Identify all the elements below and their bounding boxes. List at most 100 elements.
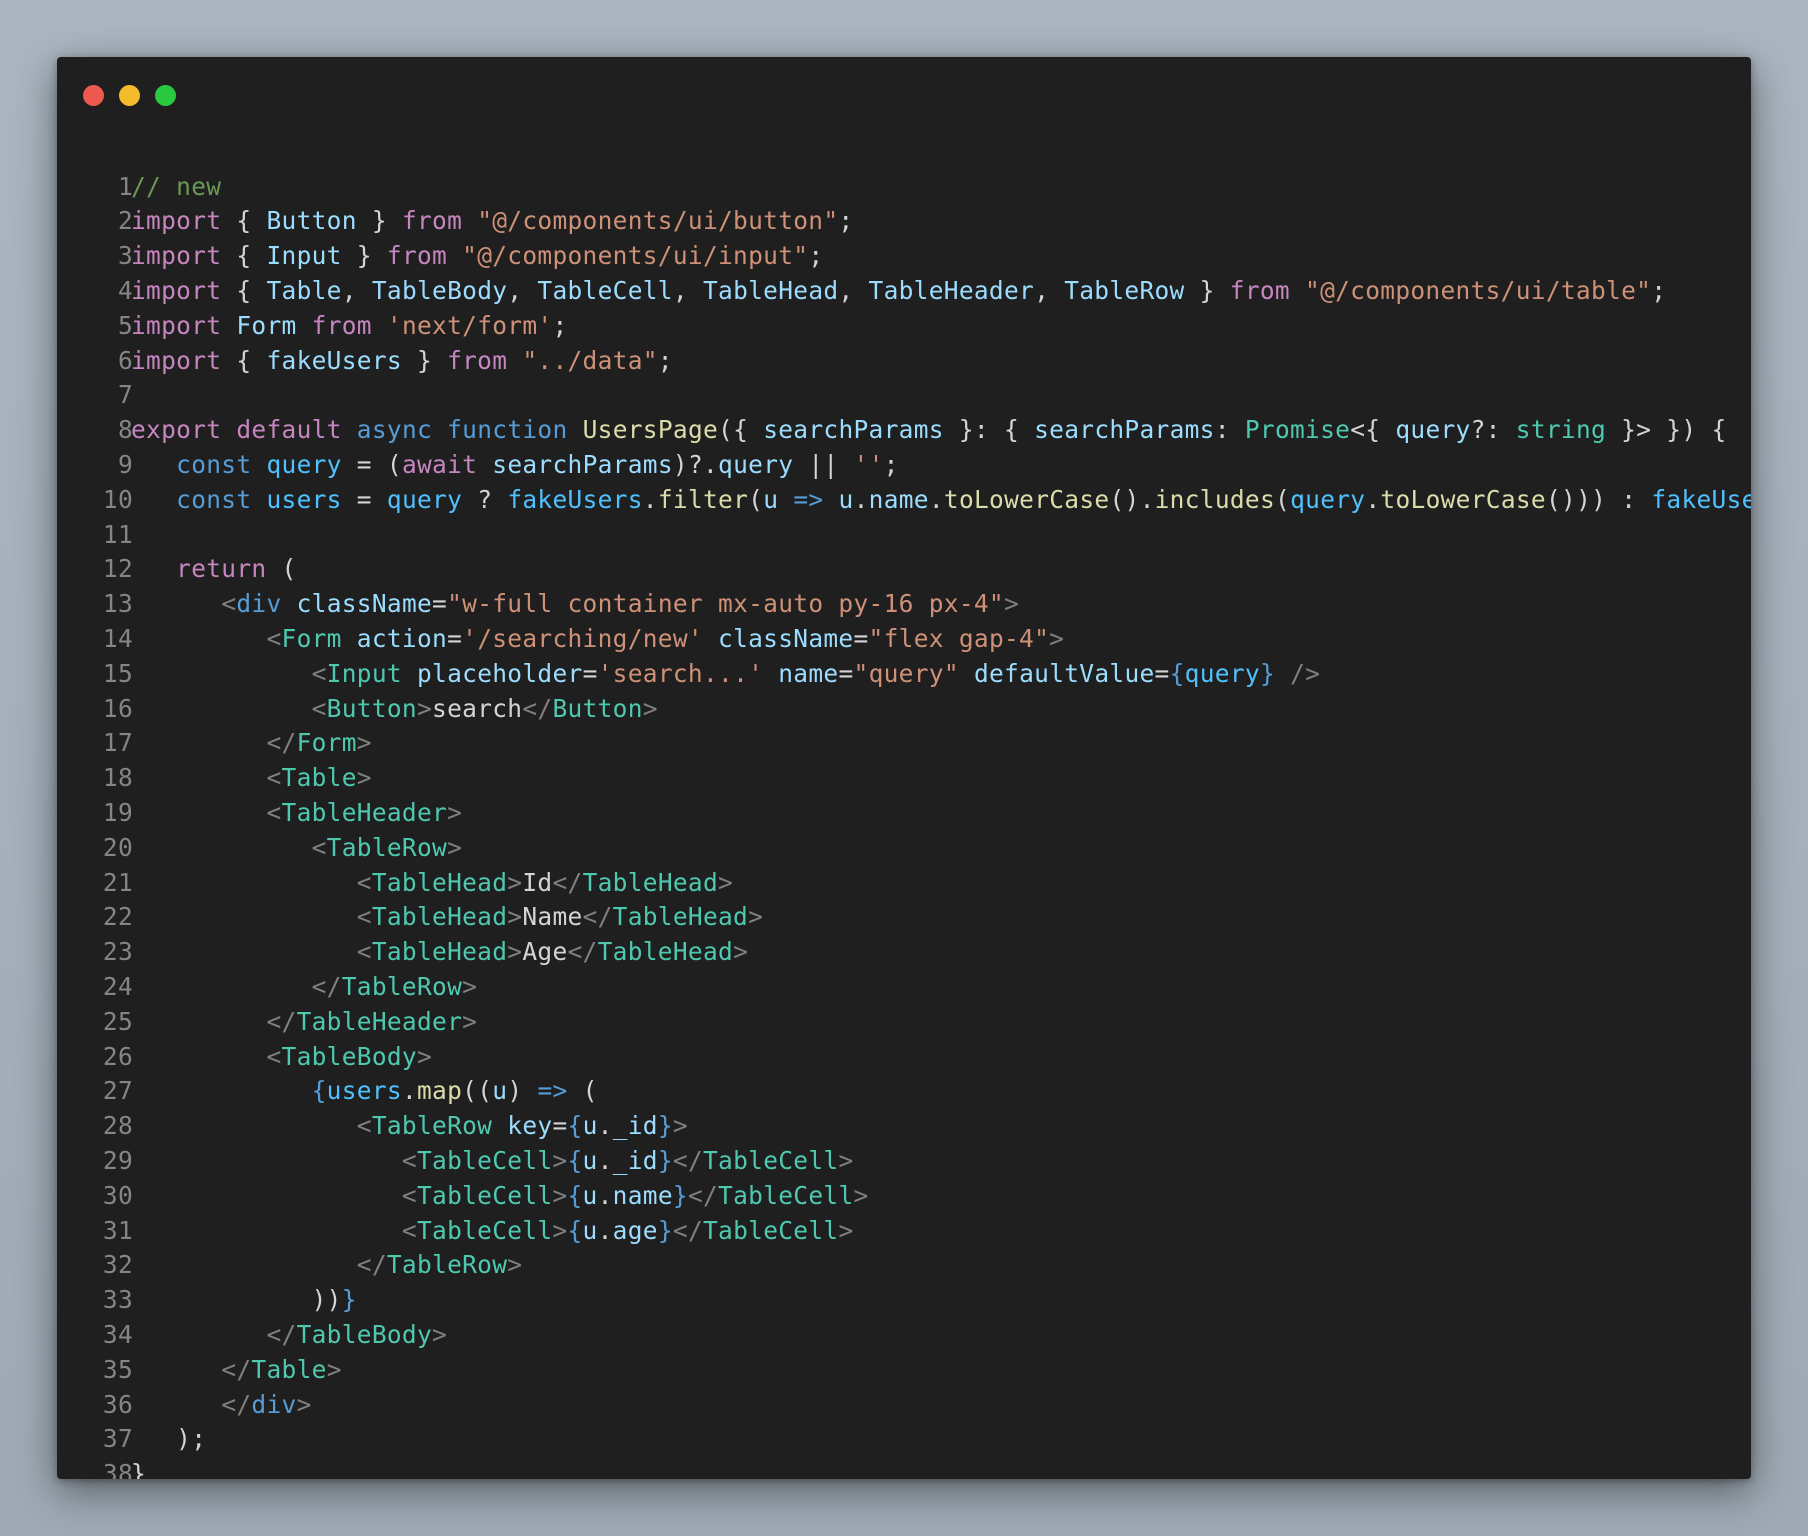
code-token: searchParams bbox=[1034, 415, 1215, 445]
code-token: } bbox=[1259, 658, 1275, 688]
code-token: { bbox=[567, 1215, 583, 1245]
code-token: from bbox=[386, 241, 448, 271]
line-number: 8 bbox=[117, 415, 133, 445]
code-token: { bbox=[311, 1076, 327, 1106]
line-number: 37 bbox=[102, 1424, 133, 1454]
code-token: query bbox=[1184, 658, 1260, 688]
code-token: < bbox=[356, 902, 372, 932]
maximize-button[interactable] bbox=[155, 85, 176, 106]
code-token: </ bbox=[266, 1320, 297, 1349]
line-number: 18 bbox=[102, 763, 133, 793]
line-number: 12 bbox=[102, 554, 133, 584]
code-token: . bbox=[928, 484, 944, 514]
code-token: "@/components/ui/table" bbox=[1305, 276, 1652, 305]
code-token: ())) : bbox=[1545, 484, 1652, 514]
code-token: name bbox=[868, 484, 929, 514]
code-token: > bbox=[507, 867, 523, 897]
code-text: import { Button } from "@/components/ui/… bbox=[131, 204, 853, 239]
minimize-button[interactable] bbox=[119, 85, 140, 106]
code-token: ; bbox=[1651, 276, 1667, 305]
code-token: users bbox=[266, 484, 342, 514]
code-token: async bbox=[356, 415, 433, 445]
code-token: TableCell bbox=[703, 1146, 839, 1175]
code-token: (( bbox=[462, 1076, 493, 1106]
code-token: "w-full container mx-auto py-16 px-4" bbox=[447, 589, 1004, 619]
line-number: 28 bbox=[102, 1111, 133, 1141]
code-token: u bbox=[582, 1180, 598, 1210]
code-token: Input bbox=[266, 241, 342, 271]
code-token: . bbox=[642, 484, 658, 514]
code-token: ; bbox=[808, 241, 824, 271]
code-token: > bbox=[642, 693, 658, 723]
code-token: Table bbox=[266, 276, 342, 305]
code-token: ?: bbox=[1470, 415, 1516, 445]
code-text: </TableBody> bbox=[131, 1318, 447, 1353]
close-button[interactable] bbox=[83, 85, 104, 106]
code-token: > bbox=[356, 763, 372, 793]
code-token: fakeUsers bbox=[266, 345, 402, 375]
code-editor[interactable]: 1// new 2 import { Button } from "@/compon… bbox=[57, 172, 1751, 1479]
code-token: import bbox=[131, 206, 222, 236]
line-number: 11 bbox=[102, 519, 133, 549]
line-number: 26 bbox=[102, 1041, 133, 1071]
code-token: from bbox=[1229, 276, 1290, 305]
line-number: 5 bbox=[117, 310, 133, 340]
code-token: TableHeader bbox=[868, 276, 1035, 305]
code-token: TableHead bbox=[597, 937, 734, 967]
code-token: fakeUsers bbox=[507, 484, 643, 514]
code-token: } bbox=[356, 206, 402, 236]
code-token: searchParams bbox=[763, 415, 944, 445]
code-text: <Button>search</Button> bbox=[131, 692, 658, 727]
code-token: } bbox=[672, 1180, 688, 1210]
code-token: > bbox=[326, 1354, 342, 1384]
code-token: : bbox=[1214, 415, 1245, 445]
code-token: </ bbox=[552, 867, 583, 897]
code-token: ); bbox=[176, 1424, 207, 1454]
code-token: 'next/form' bbox=[386, 310, 553, 340]
code-token: { bbox=[221, 241, 267, 271]
code-text: const users = query ? fakeUsers.filter(u… bbox=[131, 483, 1751, 518]
code-text: </TableRow> bbox=[131, 1248, 522, 1283]
code-token: ) bbox=[507, 1076, 538, 1106]
code-text: <TableCell>{u._id}</TableCell> bbox=[131, 1144, 854, 1179]
code-token: export bbox=[131, 415, 222, 445]
code-token: search bbox=[432, 693, 523, 723]
code-token: > bbox=[447, 832, 463, 862]
code-token: }: { bbox=[943, 415, 1035, 445]
code-token: TableRow bbox=[1064, 276, 1185, 305]
code-token: const bbox=[176, 450, 252, 479]
code-token: div bbox=[236, 589, 282, 619]
code-text: } bbox=[131, 1457, 146, 1479]
code-token: u bbox=[582, 1146, 598, 1175]
code-token: > bbox=[552, 1180, 568, 1210]
line-number: 17 bbox=[102, 728, 133, 758]
code-token: > bbox=[507, 937, 523, 967]
code-token: { bbox=[221, 276, 267, 305]
code-token: = bbox=[582, 658, 598, 688]
code-token: ? bbox=[462, 484, 508, 514]
code-token: filter bbox=[657, 484, 749, 514]
code-token: TableHead bbox=[612, 902, 749, 932]
code-token: TableBody bbox=[296, 1320, 433, 1349]
code-text: <Input placeholder='search...' name="que… bbox=[131, 657, 1320, 692]
code-token: > bbox=[432, 1320, 448, 1349]
code-token: await bbox=[401, 450, 478, 479]
code-token: query bbox=[1395, 415, 1471, 445]
line-number: 27 bbox=[102, 1076, 133, 1106]
code-token: toLowerCase bbox=[1380, 484, 1546, 514]
code-text: <Form action='/searching/new' className=… bbox=[131, 622, 1064, 657]
code-text: ))} bbox=[131, 1283, 357, 1318]
line-number: 19 bbox=[102, 798, 133, 827]
code-text: <TableBody> bbox=[131, 1040, 432, 1075]
